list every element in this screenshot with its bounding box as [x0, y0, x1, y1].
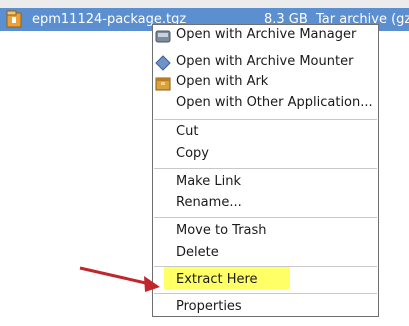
annotation-arrow-icon	[79, 266, 160, 292]
